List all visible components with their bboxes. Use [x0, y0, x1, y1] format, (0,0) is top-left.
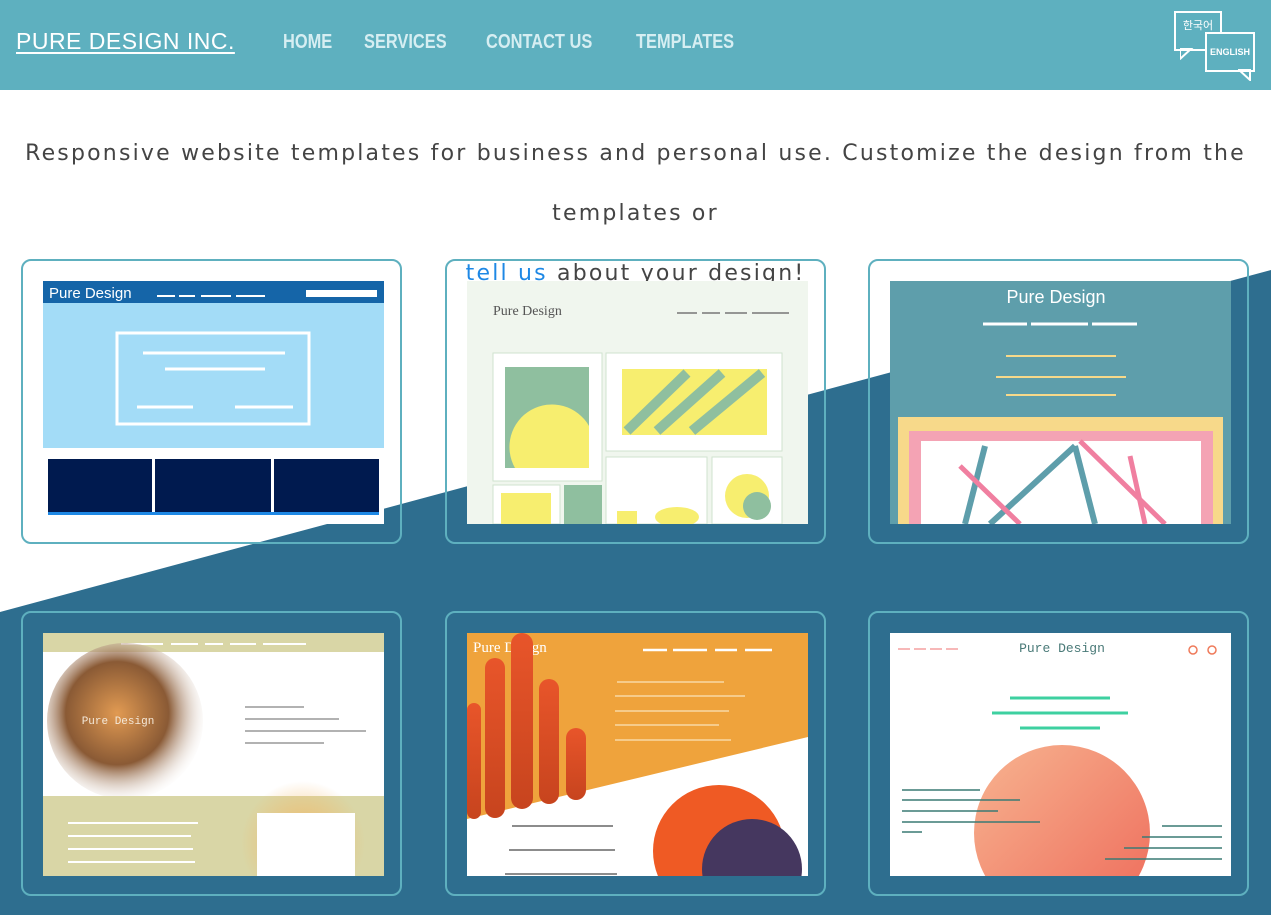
template-card-4[interactable]: Pure Design: [21, 611, 402, 896]
template-brand-6: Pure Design: [1019, 641, 1105, 656]
brand-logo[interactable]: PURE DESIGN INC.: [16, 28, 235, 55]
template-brand-4: Pure Design: [82, 716, 155, 728]
nav-templates[interactable]: TEMPLATES: [636, 31, 734, 54]
template-brand-5: Pure Design: [473, 640, 547, 656]
template-preview-2[interactable]: Pure Design: [467, 281, 808, 524]
nav-contact-us[interactable]: CONTACT US: [486, 31, 592, 54]
template-card-2[interactable]: Pure Design: [445, 259, 826, 544]
template-preview-4[interactable]: Pure Design: [43, 633, 384, 876]
english-option[interactable]: ENGLISH: [1205, 32, 1255, 72]
template-preview-6[interactable]: Pure Design: [890, 633, 1231, 876]
main-nav: HOME SERVICES CONTACT US TEMPLATES: [283, 31, 756, 54]
language-switcher[interactable]: 한국어 ENGLISH: [1172, 8, 1258, 81]
template-preview-5[interactable]: Pure Design: [467, 633, 808, 876]
template-card-6[interactable]: Pure Design: [868, 611, 1249, 896]
intro-line-1: Responsive website templates for busines…: [25, 141, 1246, 226]
template-card-5[interactable]: Pure Design: [445, 611, 826, 896]
template-brand-3: Pure Design: [1006, 287, 1105, 307]
speech-tail-icon: [1180, 48, 1194, 60]
nav-services[interactable]: SERVICES: [364, 31, 447, 54]
template-brand-1: Pure Design: [49, 285, 132, 302]
template-card-3[interactable]: Pure Design: [868, 259, 1249, 544]
template-preview-1[interactable]: Pure Design: [43, 281, 384, 524]
speech-tail-icon: [1238, 69, 1251, 81]
top-header: PURE DESIGN INC. HOME SERVICES CONTACT U…: [0, 0, 1271, 90]
nav-home[interactable]: HOME: [283, 31, 332, 54]
template-card-1[interactable]: Pure Design: [21, 259, 402, 544]
template-brand-2: Pure Design: [493, 304, 562, 319]
template-preview-3[interactable]: Pure Design: [890, 281, 1231, 524]
